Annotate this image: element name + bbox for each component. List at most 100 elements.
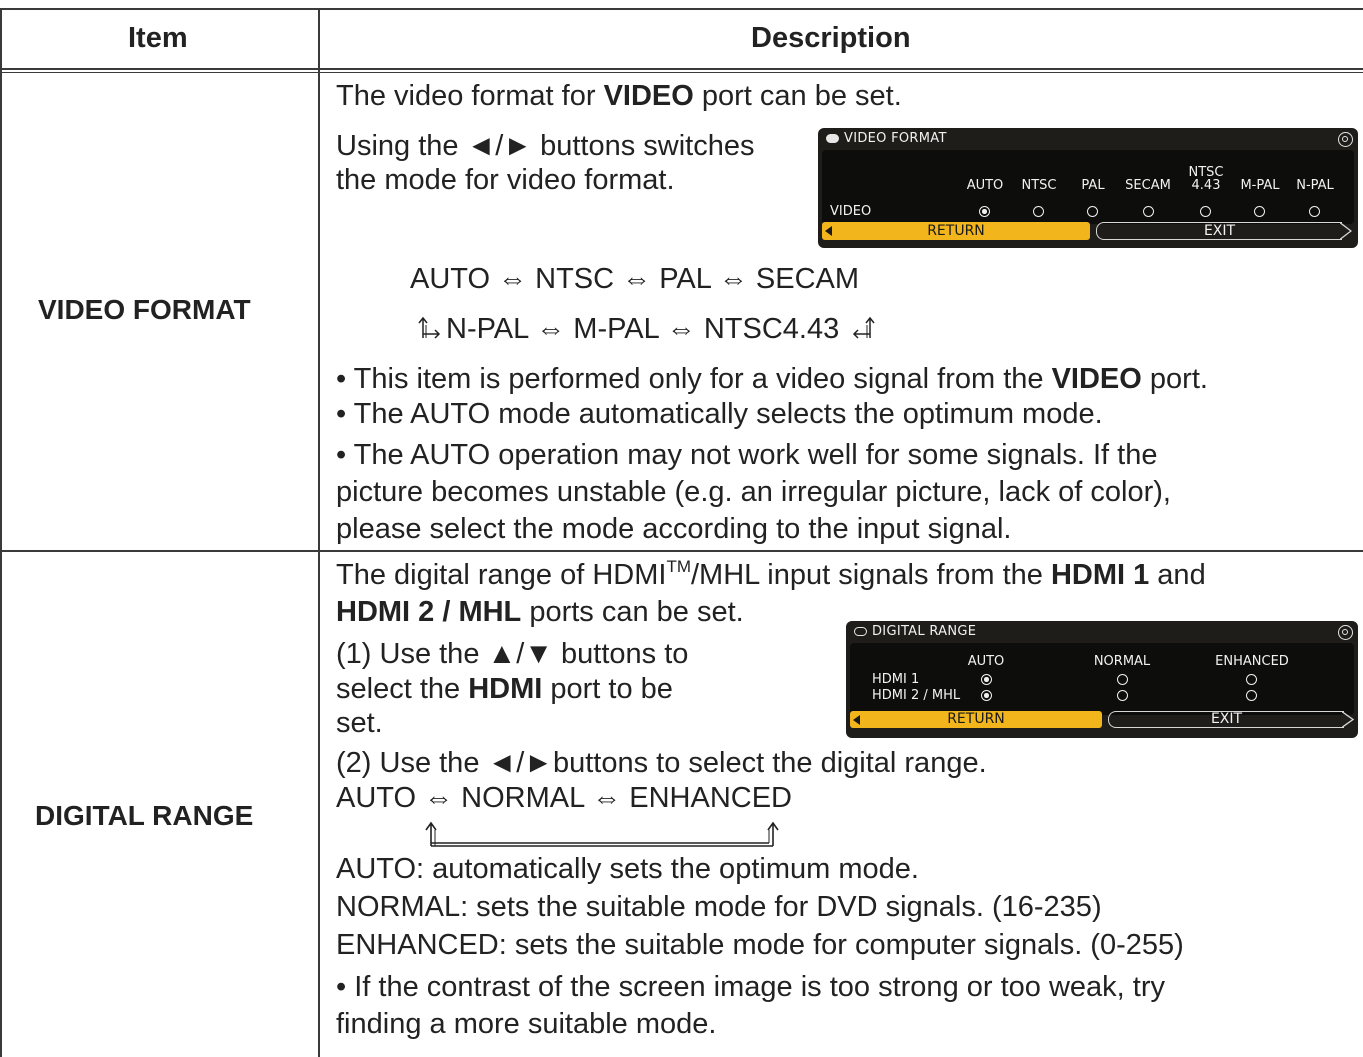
osd-row-hdmi2: HDMI 2 / MHL — [872, 688, 961, 703]
text: ports can be set. — [521, 596, 744, 628]
digital-range-auto-desc: AUTO: automatically sets the optimum mod… — [336, 853, 919, 885]
radio-hdmi1-auto[interactable] — [981, 674, 992, 685]
video-format-osd-panel: VIDEO FORMAT AUTO NTSC PAL SECAM NTSC 4.… — [818, 128, 1358, 248]
text: RETURN — [927, 223, 985, 239]
radio-hdmi2-enhanced[interactable] — [1246, 690, 1257, 701]
item-digital-range: DIGITAL RANGE — [35, 800, 254, 831]
video-format-intro: The video format for VIDEO port can be s… — [336, 79, 902, 113]
digital-range-osd-panel: DIGITAL RANGE AUTO NORMAL ENHANCED HDMI … — [846, 621, 1358, 738]
text: • This item is performed only for a vide… — [336, 363, 1052, 395]
text: and — [1149, 559, 1206, 591]
exit-arrow-tip — [1342, 711, 1354, 728]
text: The digital range of HDMI — [336, 559, 667, 591]
radio-mpal[interactable] — [1254, 206, 1265, 217]
radio-secam[interactable] — [1143, 206, 1154, 217]
osd-exit-button[interactable]: EXIT — [1108, 711, 1344, 728]
osd-col-ntsc443: NTSC 4.43 — [1183, 166, 1229, 192]
radio-ntsc443[interactable] — [1200, 206, 1211, 217]
digital-range-loop-arrow — [425, 821, 779, 847]
osd-exit-button[interactable]: EXIT — [1096, 222, 1342, 240]
text: EXIT — [1210, 711, 1243, 727]
text: N-PAL ⇔ M-PAL ⇔ NTSC4.43 — [446, 313, 840, 345]
radio-hdmi1-normal[interactable] — [1117, 674, 1128, 685]
text: RETURN — [947, 711, 1005, 727]
osd-title: DIGITAL RANGE — [854, 624, 976, 639]
text: EXIT — [1203, 223, 1236, 239]
exit-arrow-tip — [1340, 222, 1352, 240]
digital-range-note-a: • If the contrast of the screen image is… — [336, 971, 1165, 1003]
osd-col-auto: AUTO — [967, 654, 1005, 669]
video-format-cycle-1: AUTO ⇔ NTSC ⇔ PAL ⇔ SECAM — [410, 263, 860, 295]
osd-col-normal: NORMAL — [1093, 654, 1151, 669]
digital-range-normal-desc: NORMAL: sets the suitable mode for DVD s… — [336, 891, 1102, 923]
video-format-instruction-1: Using the ◄/► buttons switches — [336, 130, 755, 162]
column-divider — [318, 8, 320, 1057]
radio-pal[interactable] — [1087, 206, 1098, 217]
left-arrow-icon — [825, 226, 832, 236]
bold-text: HDMI — [468, 673, 543, 705]
spec-table: Item Description VIDEO FORMAT The video … — [0, 0, 1363, 1057]
digital-range-step-1b: select the HDMI port to be — [336, 672, 673, 706]
column-header-item: Item — [128, 22, 188, 54]
header-divider — [0, 68, 1363, 70]
osd-col-npal: N-PAL — [1296, 178, 1334, 193]
text: /MHL input signals from the — [690, 559, 1051, 591]
digital-range-step-1c: set. — [336, 707, 383, 739]
digital-range-step-2: (2) Use the ◄/►buttons to select the dig… — [336, 747, 987, 779]
column-header-description: Description — [751, 22, 911, 54]
osd-col-pal: PAL — [1081, 178, 1105, 193]
radio-hdmi2-normal[interactable] — [1117, 690, 1128, 701]
osd-col-ntsc: NTSC — [1021, 178, 1057, 193]
radio-hdmi1-enhanced[interactable] — [1246, 674, 1257, 685]
item-video-format: VIDEO FORMAT — [38, 294, 251, 325]
text: port can be set. — [693, 80, 902, 112]
bold-text: HDMI 2 / MHL — [336, 596, 522, 628]
osd-col-enhanced: ENHANCED — [1215, 654, 1289, 669]
digital-range-cycle: AUTO ⇔ NORMAL ⇔ ENHANCED — [336, 782, 792, 814]
osd-col-mpal: M-PAL — [1240, 178, 1280, 193]
osd-return-button[interactable]: RETURN — [822, 222, 1090, 240]
bold-text: VIDEO — [603, 80, 694, 112]
return-arrow-left-icon — [418, 316, 441, 339]
text: port to be — [542, 673, 673, 705]
osd-col-auto: AUTO — [966, 178, 1004, 193]
text: The video format for — [336, 80, 604, 112]
bold-text: VIDEO — [1051, 363, 1142, 395]
radio-auto[interactable] — [979, 206, 990, 217]
radio-ntsc[interactable] — [1033, 206, 1044, 217]
hdmi-icon — [854, 627, 867, 636]
osd-title-text: DIGITAL RANGE — [872, 624, 977, 639]
return-arrow-right-icon — [853, 316, 875, 339]
table-border-left — [0, 8, 2, 1057]
left-arrow-icon — [853, 714, 860, 725]
digital-range-note-b: finding a more suitable mode. — [336, 1008, 717, 1040]
video-format-note-3c: please select the mode according to the … — [336, 513, 1012, 545]
osd-title-text: VIDEO FORMAT — [844, 131, 947, 146]
osd-title: VIDEO FORMAT — [826, 131, 947, 146]
bold-text: HDMI 1 — [1050, 559, 1150, 591]
osd-return-button[interactable]: RETURN — [850, 711, 1102, 728]
video-format-note-1: • This item is performed only for a vide… — [336, 362, 1208, 396]
crosshair-icon — [1338, 132, 1353, 147]
video-icon — [826, 134, 839, 143]
radio-hdmi2-auto[interactable] — [981, 690, 992, 701]
table-border-top — [0, 8, 1363, 10]
radio-npal[interactable] — [1309, 206, 1320, 217]
video-format-note-3b: picture becomes unstable (e.g. an irregu… — [336, 476, 1171, 508]
video-format-note-3a: • The AUTO operation may not work well f… — [336, 439, 1158, 471]
video-format-instruction-2: the mode for video format. — [336, 164, 675, 196]
osd-row-hdmi1: HDMI 1 — [872, 672, 920, 687]
video-format-note-2: • The AUTO mode automatically selects th… — [336, 398, 1103, 430]
crosshair-icon — [1338, 625, 1353, 640]
digital-range-enhanced-desc: ENHANCED: sets the suitable mode for com… — [336, 929, 1184, 961]
text: 4.43 — [1191, 178, 1221, 193]
trademark: TM — [666, 557, 691, 576]
video-format-cycle-2: N-PAL ⇔ M-PAL ⇔ NTSC4.43 — [418, 312, 875, 346]
digital-range-intro-1: The digital range of HDMITM/MHL input si… — [336, 558, 1206, 592]
osd-row-video: VIDEO — [830, 204, 872, 219]
text: select the — [336, 673, 469, 705]
digital-range-step-1a: (1) Use the ▲/▼ buttons to — [336, 638, 689, 670]
text: port. — [1141, 363, 1208, 395]
digital-range-intro-2: HDMI 2 / MHL ports can be set. — [336, 595, 744, 629]
header-divider-double — [0, 72, 1363, 73]
